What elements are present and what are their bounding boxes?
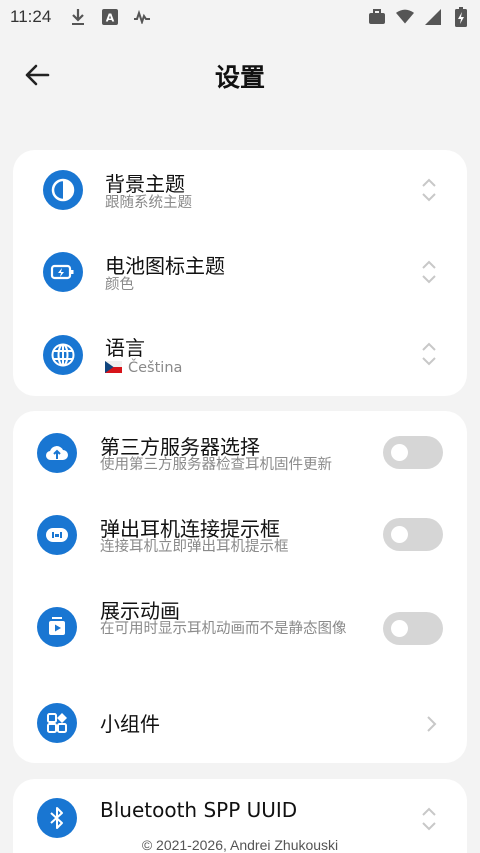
battery-charging-icon — [43, 252, 83, 292]
language-setting[interactable]: 语言 Čeština — [13, 314, 467, 396]
globe-icon — [43, 335, 83, 375]
page-title: 设置 — [214, 63, 265, 92]
copyright-footer: © 2021-2026, Andrei Zhukouski — [141, 837, 339, 853]
widgets-setting[interactable]: 小组件 — [13, 687, 467, 763]
a-square-icon: A — [101, 8, 119, 26]
third-party-server-description: 使用第三方服务器检查耳机固件更新 — [100, 457, 332, 473]
chevron-up-down-icon — [422, 342, 436, 366]
connect-popup-setting[interactable]: 弹出耳机连接提示框 连接耳机立即弹出耳机提示框 — [13, 493, 467, 577]
language-value-text: Čeština — [128, 360, 183, 376]
battery-theme-value: 颜色 — [105, 277, 134, 293]
contrast-icon — [43, 170, 83, 210]
widgets-icon — [37, 703, 77, 743]
chevron-up-down-icon — [422, 260, 436, 284]
status-time: 11:24 — [10, 7, 52, 26]
widgets-title: 小组件 — [100, 712, 160, 736]
download-icon — [69, 8, 87, 26]
battery-theme-setting[interactable]: 电池图标主题 颜色 — [13, 232, 467, 314]
features-card: 第三方服务器选择 使用第三方服务器检查耳机固件更新 弹出耳机连接提示框 连接耳机… — [13, 411, 467, 763]
language-value: Čeština — [105, 358, 182, 379]
czech-flag-icon — [105, 361, 122, 373]
connect-popup-description: 连接耳机立即弹出耳机提示框 — [100, 539, 289, 555]
svg-text:A: A — [106, 12, 115, 25]
animation-description: 在可用时显示耳机动画而不是静态图像 — [100, 621, 347, 637]
animation-toggle[interactable] — [383, 612, 443, 645]
earbuds-icon — [37, 515, 77, 555]
language-title: 语言 — [105, 336, 145, 360]
cloud-upload-icon — [37, 433, 77, 473]
third-party-server-toggle[interactable] — [383, 436, 443, 469]
connect-popup-toggle[interactable] — [383, 518, 443, 551]
toggle-knob — [391, 444, 408, 461]
bluetooth-icon — [37, 798, 77, 838]
cell-signal-icon — [424, 8, 442, 26]
briefcase-icon — [368, 8, 386, 26]
toggle-knob — [391, 526, 408, 543]
signal-pulse-icon — [133, 8, 151, 26]
theme-setting[interactable]: 背景主题 跟随系统主题 — [13, 150, 467, 232]
status-bar: 11:24 A — [0, 0, 480, 34]
wifi-icon — [396, 8, 414, 26]
theme-value: 跟随系统主题 — [105, 195, 192, 211]
appearance-card: 背景主题 跟随系统主题 电池图标主题 颜色 语言 Čeština — [13, 150, 467, 396]
third-party-server-setting[interactable]: 第三方服务器选择 使用第三方服务器检查耳机固件更新 — [13, 411, 467, 493]
toggle-knob — [391, 620, 408, 637]
spp-uuid-title: Bluetooth SPP UUID — [100, 798, 298, 822]
chevron-right-icon — [427, 716, 437, 732]
play-icon — [37, 607, 77, 647]
app-header: 设置 — [0, 52, 480, 98]
chevron-up-down-icon — [422, 807, 436, 831]
chevron-up-down-icon — [422, 178, 436, 202]
battery-icon — [452, 7, 470, 27]
animation-setting[interactable]: 展示动画 在可用时显示耳机动画而不是静态图像 — [13, 577, 467, 687]
